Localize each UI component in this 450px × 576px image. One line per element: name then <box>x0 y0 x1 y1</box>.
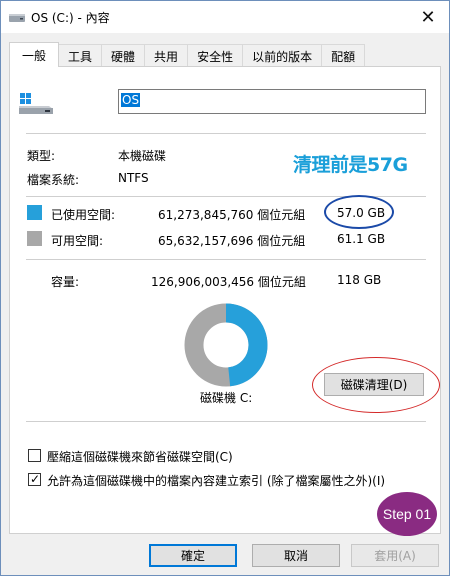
annotation-circle <box>324 195 394 229</box>
tab-hardware[interactable]: 硬體 <box>101 44 146 67</box>
divider <box>26 259 426 260</box>
drive-name-value: OS <box>121 93 141 107</box>
drive-letter-label: 磁碟機 C: <box>200 391 253 405</box>
cancel-button[interactable]: 取消 <box>252 544 340 567</box>
usage-donut-chart <box>184 303 268 387</box>
divider <box>26 133 426 134</box>
type-label: 類型: <box>27 149 56 163</box>
free-space-swatch <box>27 231 42 246</box>
title-bar: OS (C:) - 內容 ✕ <box>1 1 449 33</box>
close-button[interactable]: ✕ <box>407 1 449 33</box>
compress-drive-checkbox[interactable] <box>28 449 41 462</box>
tab-tools[interactable]: 工具 <box>58 44 103 67</box>
capacity-label: 容量: <box>51 275 80 289</box>
drive-title-icon <box>9 14 25 22</box>
tab-sharing[interactable]: 共用 <box>144 44 189 67</box>
step-badge: Step 01 <box>377 492 437 536</box>
type-value: 本機磁碟 <box>118 149 167 163</box>
checkmark-icon: ✓ <box>30 472 41 486</box>
apply-button[interactable]: 套用(A) <box>351 544 439 567</box>
divider <box>26 421 426 422</box>
tab-security[interactable]: 安全性 <box>187 44 244 67</box>
capacity-size: 118 GB <box>337 273 382 287</box>
capacity-bytes: 126,906,003,456 個位元組 <box>151 275 306 289</box>
compress-drive-label: 壓縮這個磁碟機來節省磁碟空間(C) <box>47 450 233 464</box>
annotation-oval <box>312 357 440 413</box>
file-system-value: NTFS <box>118 171 149 185</box>
tab-quota[interactable]: 配額 <box>321 44 366 67</box>
free-space-label: 可用空間: <box>51 234 104 248</box>
drive-icon <box>19 93 53 114</box>
free-space-size: 61.1 GB <box>337 232 386 246</box>
annotation-note: 清理前是57G <box>293 154 408 176</box>
used-space-swatch <box>27 205 42 220</box>
window-title: OS (C:) - 內容 <box>31 11 110 25</box>
drive-name-input[interactable]: OS <box>118 89 426 114</box>
used-space-bytes: 61,273,845,760 個位元組 <box>158 208 306 222</box>
tab-bar: 一般 工具 硬體 共用 安全性 以前的版本 配額 <box>9 42 366 67</box>
file-system-label: 檔案系統: <box>27 173 80 187</box>
ok-button[interactable]: 確定 <box>149 544 237 567</box>
free-space-bytes: 65,632,157,696 個位元組 <box>158 234 306 248</box>
tab-previous-versions[interactable]: 以前的版本 <box>242 44 323 67</box>
index-drive-label: 允許為這個磁碟機中的檔案內容建立索引 (除了檔案屬性之外)(I) <box>47 474 386 488</box>
tab-general[interactable]: 一般 <box>9 42 60 67</box>
used-space-label: 已使用空間: <box>51 208 116 222</box>
properties-window: OS (C:) - 內容 ✕ 一般 工具 硬體 共用 安全性 以前的版本 配額 … <box>0 0 450 576</box>
index-drive-checkbox[interactable]: ✓ <box>28 472 41 486</box>
